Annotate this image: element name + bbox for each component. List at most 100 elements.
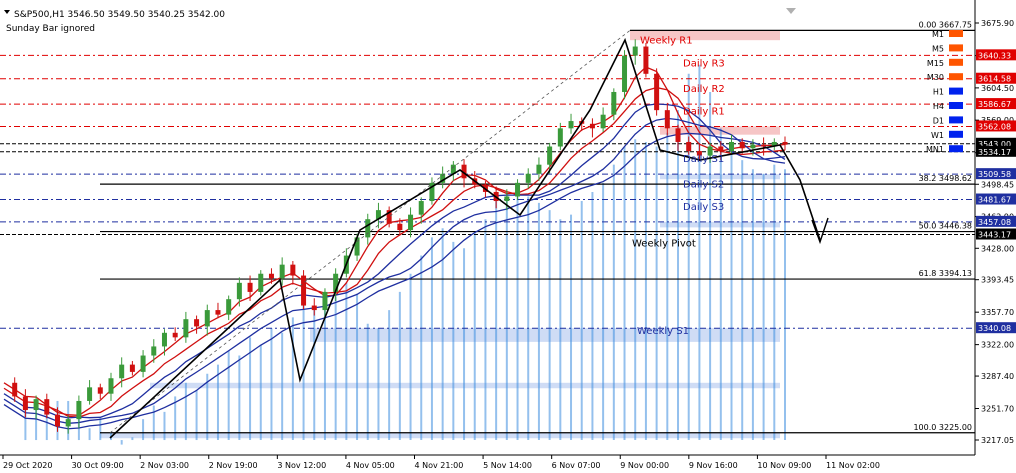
timeframe-swatch bbox=[949, 145, 963, 153]
candle-body bbox=[729, 141, 735, 152]
candle-body bbox=[236, 282, 242, 300]
candle-body bbox=[515, 182, 521, 197]
candle-body bbox=[194, 319, 200, 327]
timeframe-swatch bbox=[949, 44, 963, 52]
price-tag-label: 3586.67 bbox=[978, 100, 1011, 109]
x-tick-label: 3 Nov 12:00 bbox=[277, 461, 326, 470]
timeframe-swatch bbox=[949, 30, 963, 37]
price-chart: 0.00 3667.75 38.2 3498.62 50.0 3446.38 61.8… bbox=[0, 0, 1016, 473]
x-tick-label: 6 Nov 07:00 bbox=[552, 461, 601, 470]
price-tag-label: 3481.67 bbox=[978, 196, 1011, 205]
price-tag-label: 3640.33 bbox=[978, 51, 1011, 60]
pivot-label: Daily S1 bbox=[683, 154, 724, 165]
candle-body bbox=[418, 201, 424, 215]
candle-body bbox=[22, 396, 28, 411]
timeframe-label: M5 bbox=[932, 44, 944, 53]
timeframe-label: M30 bbox=[927, 73, 944, 82]
candle-body bbox=[589, 123, 595, 129]
candle-body bbox=[76, 400, 82, 420]
y-tick-label: 3287.40 bbox=[981, 372, 1014, 381]
x-tick-label: 9 Nov 00:00 bbox=[620, 461, 669, 470]
x-tick-label: 2 Nov 03:00 bbox=[140, 461, 189, 470]
y-tick-label: 3498.45 bbox=[981, 180, 1014, 189]
candle-body bbox=[547, 146, 553, 165]
candle-body bbox=[65, 419, 71, 427]
y-tick-label: 3393.45 bbox=[981, 276, 1014, 285]
candle-body bbox=[108, 378, 114, 394]
candle-body bbox=[654, 73, 660, 111]
x-tick-label: 2 Nov 19:00 bbox=[209, 461, 258, 470]
x-tick-label: 9 Nov 16:00 bbox=[689, 461, 738, 470]
fib-label: 61.8 3394.13 bbox=[919, 269, 972, 278]
price-tag-label: 3562.08 bbox=[978, 122, 1011, 131]
pivot-label: Weekly Pivot bbox=[632, 239, 696, 250]
pivot-label: Weekly R1 bbox=[640, 35, 693, 46]
candle-body bbox=[215, 310, 221, 315]
candle-body bbox=[600, 114, 606, 129]
price-tag-label: 3457.08 bbox=[978, 218, 1011, 227]
pivot-label: Daily R3 bbox=[683, 59, 725, 70]
timeframe-label: MN1 bbox=[926, 145, 944, 154]
candle-body bbox=[397, 223, 403, 231]
candle-body bbox=[322, 291, 328, 311]
timeframe-swatch bbox=[949, 116, 963, 124]
candle-body bbox=[686, 141, 692, 152]
x-tick-label: 4 Nov 21:00 bbox=[415, 461, 464, 470]
timeframe-swatch bbox=[949, 87, 963, 95]
candle-body bbox=[504, 196, 510, 202]
sunday-bar-note: Sunday Bar ignored bbox=[6, 24, 95, 34]
price-tag-label: 3614.58 bbox=[978, 75, 1011, 84]
y-tick-label: 3357.70 bbox=[981, 308, 1014, 317]
candle-body bbox=[536, 164, 542, 174]
price-tag-label: 3443.17 bbox=[978, 231, 1011, 240]
pivot-label: Weekly S1 bbox=[637, 326, 689, 337]
y-tick-label: 3428.00 bbox=[981, 244, 1014, 253]
candle-body bbox=[151, 346, 157, 356]
candle-body bbox=[739, 141, 745, 149]
chart-background bbox=[0, 0, 1016, 473]
timeframe-label: H4 bbox=[933, 102, 944, 111]
pivot-label: Daily R2 bbox=[683, 84, 725, 95]
candle-body bbox=[33, 399, 39, 411]
candle-body bbox=[622, 55, 628, 92]
timeframe-label: M1 bbox=[932, 30, 944, 39]
pivot-label: Daily S3 bbox=[683, 202, 724, 213]
candle-body bbox=[44, 399, 50, 415]
candle-body bbox=[226, 299, 232, 315]
candle-body bbox=[87, 387, 93, 401]
candle-body bbox=[643, 46, 649, 74]
y-tick-label: 3604.50 bbox=[981, 84, 1014, 93]
candle-body bbox=[782, 141, 788, 145]
candle-body bbox=[718, 146, 724, 152]
y-tick-label: 3217.05 bbox=[981, 436, 1014, 445]
candle-body bbox=[664, 110, 670, 129]
timeframe-label: M15 bbox=[927, 59, 944, 68]
candle-body bbox=[204, 310, 210, 327]
price-tag-label: 3534.17 bbox=[978, 148, 1011, 157]
candle-body bbox=[301, 275, 307, 306]
candle-body bbox=[161, 332, 167, 347]
symbol-info: S&P500,H1 3546.50 3549.50 3540.25 3542.0… bbox=[14, 10, 225, 20]
x-tick-label: 4 Nov 05:00 bbox=[346, 461, 395, 470]
price-tag-label: 3340.08 bbox=[978, 324, 1011, 333]
price-tag-label: 3509.58 bbox=[978, 170, 1011, 179]
candle-body bbox=[183, 319, 189, 338]
timeframe-swatch bbox=[949, 58, 963, 66]
candle-body bbox=[311, 305, 317, 311]
candle-body bbox=[172, 332, 178, 338]
candle-body bbox=[140, 355, 146, 372]
x-tick-label: 11 Nov 02:00 bbox=[826, 461, 880, 470]
candle-body bbox=[12, 382, 18, 397]
pivot-label: Daily S2 bbox=[683, 180, 724, 191]
candle-body bbox=[290, 264, 296, 276]
candle-body bbox=[611, 91, 617, 115]
candle-body bbox=[632, 46, 638, 56]
timeframe-label: H1 bbox=[933, 88, 944, 97]
candle-body bbox=[525, 173, 531, 183]
candle-body bbox=[408, 214, 414, 231]
candle-body bbox=[97, 387, 103, 394]
x-tick-label: 30 Oct 09:00 bbox=[72, 461, 124, 470]
candle-body bbox=[761, 144, 767, 147]
candle-body bbox=[279, 264, 285, 279]
candle-body bbox=[557, 128, 563, 147]
